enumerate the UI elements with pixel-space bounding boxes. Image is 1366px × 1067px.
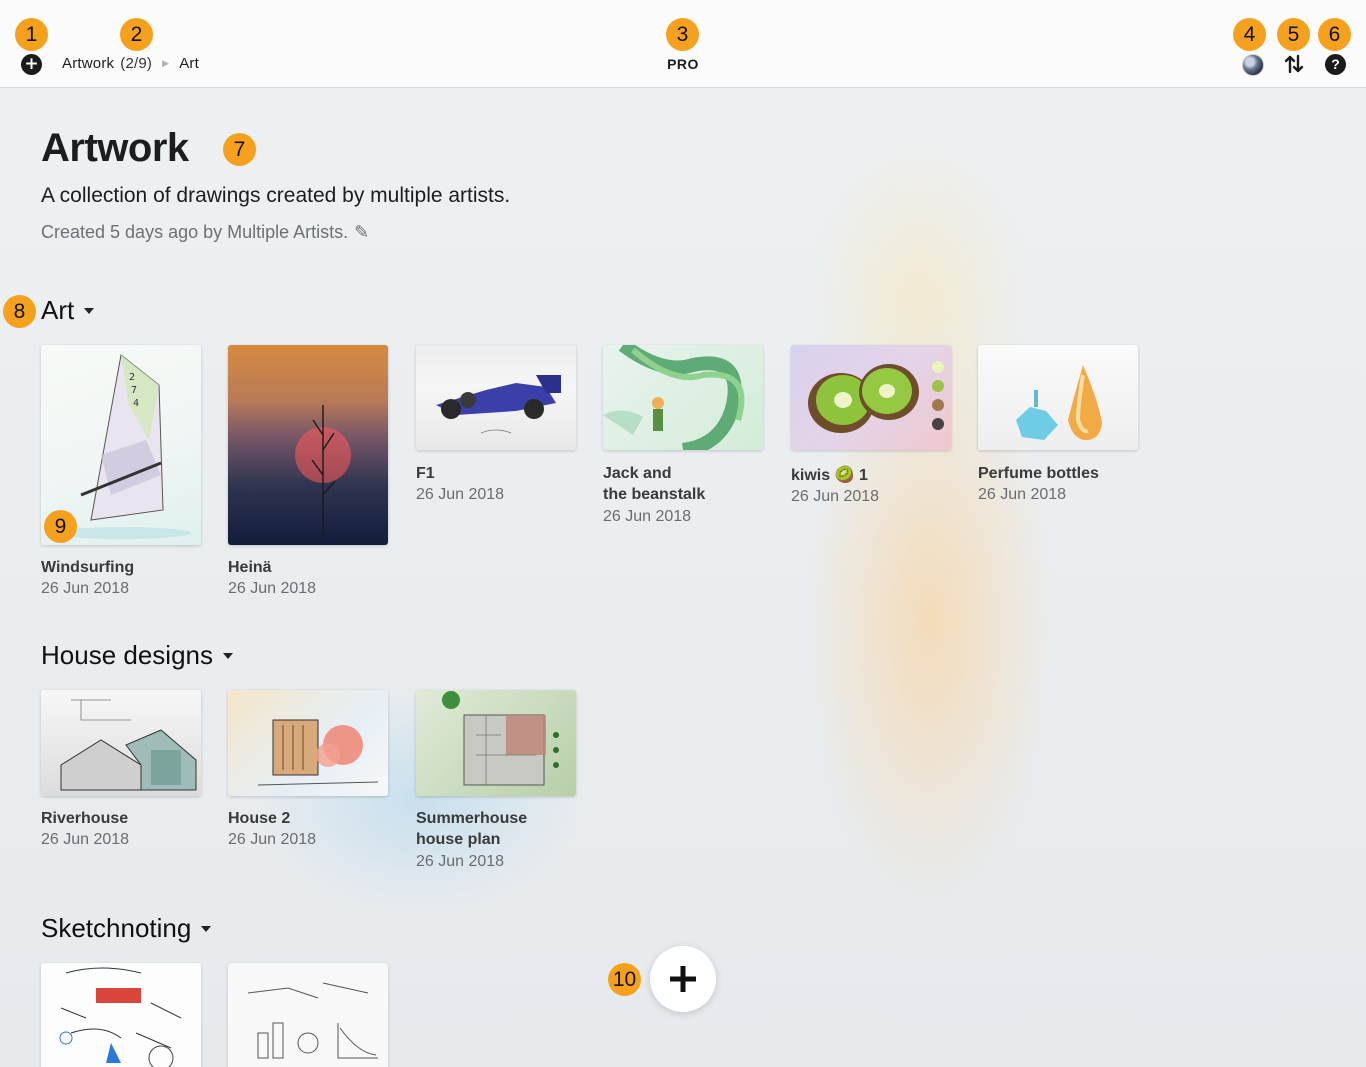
thumbnail-house-2[interactable] [228, 690, 388, 796]
card-date: 26 Jun 2018 [228, 580, 317, 597]
thumbnail-heina[interactable] [228, 345, 388, 545]
thumbnail-kiwis[interactable] [791, 345, 951, 450]
section-title-sketchnoting[interactable]: Sketchnoting [41, 913, 212, 944]
page-description[interactable]: A collection of drawings created by mult… [41, 184, 510, 208]
annotation-badge-6: 6 [1318, 18, 1351, 51]
card-title-line2: house plan [416, 831, 501, 848]
edit-pencil-icon[interactable]: ✎ [354, 222, 369, 242]
section-title-label: Art [41, 295, 75, 325]
section-title-label: Sketchnoting [41, 913, 192, 943]
card-title: Perfume bottles [978, 465, 1099, 482]
background-gradient [0, 0, 1366, 1067]
card-title: Summerhouse [416, 810, 528, 827]
created-by-text: Created 5 days ago by Multiple Artists. [41, 222, 349, 242]
card-title-line2: the beanstalk [603, 486, 706, 503]
card-title: Riverhouse [41, 810, 129, 827]
annotation-badge-1: 1 [15, 18, 48, 51]
card-title: Heinä [228, 559, 272, 576]
annotation-badge-4: 4 [1233, 18, 1266, 51]
card-date: 26 Jun 2018 [603, 508, 692, 525]
card-date: 26 Jun 2018 [41, 580, 130, 597]
svg-text:2: 2 [129, 372, 135, 383]
annotation-badge-5: 5 [1277, 18, 1310, 51]
plus-icon [670, 966, 696, 992]
sort-arrows-icon[interactable] [1283, 53, 1305, 75]
chevron-down-icon [84, 307, 95, 314]
page-title[interactable]: Artwork [41, 126, 189, 171]
svg-text:4: 4 [133, 398, 139, 409]
card-date: 26 Jun 2018 [228, 831, 317, 848]
chevron-down-icon [201, 925, 212, 932]
thumbnail-sketchnote-2[interactable] [228, 963, 388, 1067]
help-icon[interactable]: ? [1325, 54, 1346, 75]
svg-text:7: 7 [131, 385, 137, 396]
card-date: 26 Jun 2018 [791, 488, 880, 505]
card-title: F1 [416, 465, 435, 482]
card-title: Windsurfing [41, 559, 135, 576]
page-meta: Created 5 days ago by Multiple Artists. ✎ [41, 222, 369, 243]
add-drawing-button[interactable] [650, 946, 716, 1012]
thumbnail-f1[interactable] [416, 345, 576, 450]
annotation-badge-2: 2 [120, 18, 153, 51]
thumbnail-perfume-bottles[interactable] [978, 345, 1138, 450]
card-title: kiwis 🥝 1 [791, 467, 868, 484]
card-date: 26 Jun 2018 [41, 831, 130, 848]
avatar[interactable] [1242, 54, 1264, 76]
card-date: 26 Jun 2018 [978, 486, 1067, 503]
thumbnail-jack-and-the-beanstalk[interactable] [603, 345, 763, 450]
annotation-badge-3: 3 [666, 18, 699, 51]
thumbnail-riverhouse[interactable] [41, 690, 201, 796]
section-title-art[interactable]: Art [41, 295, 95, 326]
thumbnail-summerhouse-house-plan[interactable] [416, 690, 576, 796]
card-date: 26 Jun 2018 [416, 853, 505, 870]
pro-label[interactable]: PRO [0, 56, 1366, 72]
card-title: House 2 [228, 810, 291, 827]
annotation-badge-7: 7 [223, 133, 256, 166]
section-title-house-designs[interactable]: House designs [41, 640, 233, 671]
annotation-badge-8: 8 [3, 295, 36, 328]
card-title: Jack and [603, 465, 672, 482]
thumbnail-sketchnote-1[interactable] [41, 963, 201, 1067]
annotation-badge-9: 9 [44, 510, 77, 543]
card-date: 26 Jun 2018 [416, 486, 505, 503]
annotation-badge-10: 10 [608, 963, 641, 996]
section-title-label: House designs [41, 640, 213, 670]
chevron-down-icon [223, 652, 233, 659]
